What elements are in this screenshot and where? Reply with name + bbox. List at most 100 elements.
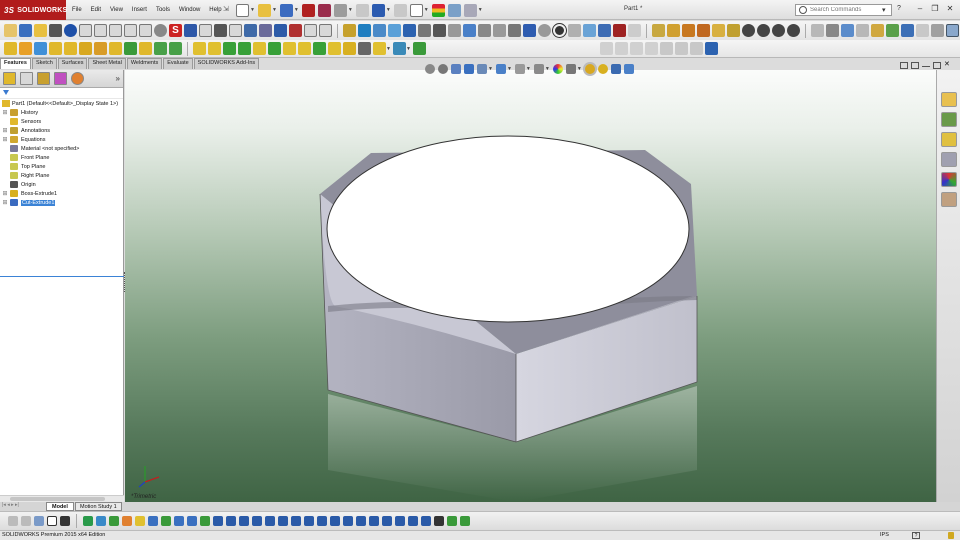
swept-boss-icon[interactable] <box>34 42 47 55</box>
hide-show-icon[interactable] <box>533 63 544 74</box>
toolbar-icon-55[interactable] <box>841 24 854 37</box>
filter-axes-icon[interactable] <box>148 516 158 526</box>
dimxpert-tab-icon[interactable] <box>54 72 67 85</box>
expand-toggle-icon[interactable]: ⊞ <box>2 127 8 134</box>
toolbar-icon-11[interactable] <box>154 24 167 37</box>
search-commands-box[interactable]: ▾ <box>795 4 892 16</box>
open-folder-icon[interactable] <box>257 3 271 17</box>
tree-filter[interactable] <box>0 88 123 98</box>
sketch-tool-icon-6[interactable] <box>674 42 688 55</box>
panel-horizontal-scrollbar[interactable] <box>0 495 124 502</box>
display-style-icon[interactable] <box>514 63 525 74</box>
toolbar-icon-20[interactable] <box>289 24 302 37</box>
tree-item-right-plane[interactable]: Right Plane <box>0 171 123 180</box>
toolbar-icon-21[interactable] <box>304 24 317 37</box>
wrap-icon[interactable] <box>238 42 251 55</box>
appearances-icon[interactable] <box>941 172 957 187</box>
zoom-icon[interactable] <box>553 24 566 37</box>
toolbar-icon-22[interactable] <box>319 24 332 37</box>
text-a-icon[interactable] <box>274 24 287 37</box>
pack-go-icon[interactable] <box>317 3 331 17</box>
filter-connection-points-icon[interactable] <box>369 516 379 526</box>
toolbar-icon-10[interactable] <box>139 24 152 37</box>
filter-point-green-icon[interactable] <box>460 516 470 526</box>
filter-surface-bodies-icon[interactable] <box>122 516 132 526</box>
tree-item-boss-extrude1[interactable]: ⊞ Boss-Extrude1 <box>0 189 123 198</box>
toolbar-icon-15[interactable] <box>214 24 227 37</box>
tab-features[interactable]: Features <box>0 58 31 69</box>
viewport-close-icon[interactable]: ✕ <box>944 61 952 69</box>
draft-icon[interactable] <box>208 42 221 55</box>
zoom-to-fit-icon[interactable] <box>425 63 435 74</box>
toolbar-icon-41[interactable] <box>613 24 626 37</box>
tree-item-annotations[interactable]: ⊞ Annotations <box>0 126 123 135</box>
filter-toggle-icon[interactable] <box>8 516 18 526</box>
chamfer-icon[interactable] <box>139 42 152 55</box>
scrollbar-thumb[interactable] <box>10 497 105 501</box>
toolbar-icon-60[interactable] <box>916 24 929 37</box>
filter-plane-green-icon[interactable] <box>447 516 457 526</box>
circular-pattern-icon[interactable] <box>169 42 182 55</box>
mirror-icon[interactable] <box>268 42 281 55</box>
curves-icon[interactable] <box>392 42 406 55</box>
perspective-icon[interactable] <box>623 63 634 74</box>
toolbar-icon-40[interactable] <box>598 24 611 37</box>
toolbar-icon-7[interactable] <box>94 24 107 37</box>
solidworks-resources-icon[interactable] <box>941 92 957 107</box>
tree-item-front-plane[interactable]: Front Plane <box>0 153 123 162</box>
toolbar-icon-34[interactable] <box>508 24 521 37</box>
menu-tools[interactable]: Tools <box>156 7 170 13</box>
solidworks-logo[interactable]: 3S SOLIDWORKS <box>0 0 67 20</box>
tab-model[interactable]: Model <box>46 502 74 511</box>
filter-planes-icon[interactable] <box>161 516 171 526</box>
tree-item-top-plane[interactable]: Top Plane <box>0 162 123 171</box>
viewport-tile-icon[interactable] <box>900 62 908 69</box>
status-help-icon[interactable]: ? <box>912 532 920 539</box>
search-dropdown-icon[interactable]: ▾ <box>882 6 886 14</box>
edit-appearance-icon[interactable] <box>552 63 563 74</box>
sketch-tool-icon-2[interactable] <box>614 42 628 55</box>
eye-icon-1[interactable] <box>742 24 755 37</box>
eye-icon-4[interactable] <box>787 24 800 37</box>
configuration-manager-tab-icon[interactable] <box>37 72 50 85</box>
unit-system[interactable]: IPS <box>880 532 889 538</box>
toolbar-icon-18[interactable] <box>259 24 272 37</box>
toolbar-icon-47[interactable] <box>712 24 725 37</box>
toolbar-icon-14[interactable] <box>199 24 212 37</box>
toolbar-icon-23[interactable] <box>343 24 356 37</box>
toolbar-icon-62[interactable] <box>946 24 959 37</box>
tab-scroll-arrows[interactable]: |◂ ◂ ▸ ▸| <box>2 502 19 508</box>
expand-panel-icon[interactable]: » <box>116 74 120 83</box>
shadows-icon[interactable] <box>597 63 608 74</box>
dynamic-annotation-icon[interactable] <box>477 63 487 74</box>
filter-mid-surface-icon[interactable] <box>395 516 405 526</box>
toolbar-icon-48[interactable] <box>727 24 740 37</box>
menu-window[interactable]: Window <box>179 7 200 13</box>
hole-wizard-icon[interactable] <box>94 42 107 55</box>
toolbar-icon-58[interactable] <box>886 24 899 37</box>
filter-faces-icon[interactable] <box>109 516 119 526</box>
filter-datum-target-icon[interactable] <box>317 516 327 526</box>
design-library-icon[interactable] <box>941 112 957 127</box>
view-palette-icon[interactable] <box>941 152 957 167</box>
menu-help[interactable]: Help <box>209 7 221 13</box>
revolved-boss-icon[interactable] <box>19 42 32 55</box>
tab-weldments[interactable]: Weldments <box>126 58 163 69</box>
close-icon[interactable]: ✕ <box>944 4 956 15</box>
toolbar-icon-42[interactable] <box>628 24 641 37</box>
toolbar-icon-26[interactable] <box>388 24 401 37</box>
search-input[interactable] <box>810 7 882 13</box>
toolbar-icon-4[interactable] <box>49 24 62 37</box>
toolbar-icon-53[interactable] <box>811 24 824 37</box>
pin-menu-icon[interactable]: ⇲ <box>223 5 229 13</box>
filter-dowel-pin-icon[interactable] <box>356 516 366 526</box>
toolbar-icon-32[interactable] <box>478 24 491 37</box>
toolbar-icon-35[interactable] <box>523 24 536 37</box>
file-properties-icon[interactable] <box>447 3 461 17</box>
eye-icon-3[interactable] <box>772 24 785 37</box>
toolbar-icon-28[interactable] <box>418 24 431 37</box>
previous-view-icon[interactable] <box>451 63 461 74</box>
filter-geometric-tolerance-icon[interactable] <box>265 516 275 526</box>
fillet-icon[interactable] <box>124 42 137 55</box>
move-copy-icon[interactable] <box>328 42 341 55</box>
